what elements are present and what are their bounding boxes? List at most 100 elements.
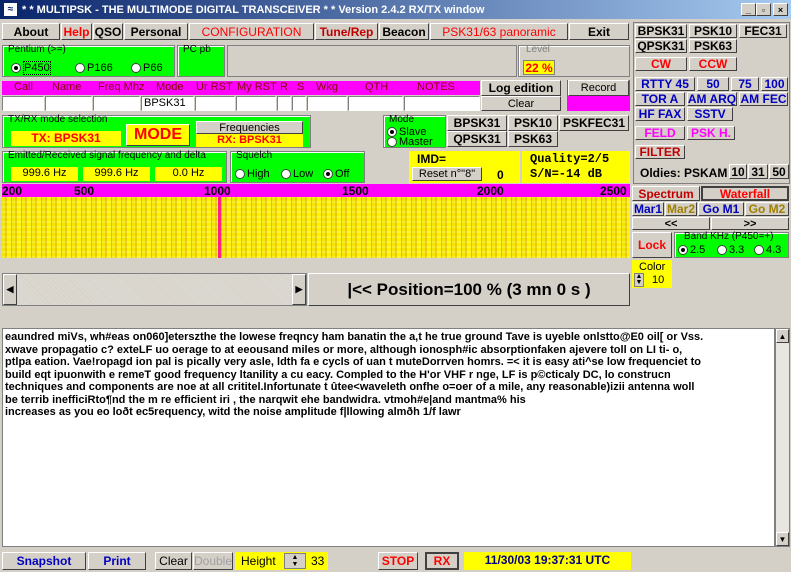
squelch-group: Squelch High Low Off (230, 151, 365, 183)
squelch-off[interactable]: Off (323, 168, 349, 180)
qso-button[interactable]: QSO (93, 23, 123, 40)
mode-filter[interactable]: FILTER (635, 145, 685, 159)
quick-psk63[interactable]: PSK63 (508, 131, 558, 147)
mode-button[interactable]: MODE (126, 124, 190, 146)
restore-button[interactable]: ▫ (756, 3, 771, 16)
go-m1-button[interactable]: Go M1 (698, 202, 744, 216)
mode-ccw[interactable]: CCW (689, 57, 737, 71)
quick-bpsk31[interactable]: BPSK31 (447, 115, 507, 131)
squelch-high[interactable]: High (235, 168, 270, 180)
s-field[interactable] (292, 96, 306, 111)
ur-rst-field[interactable] (195, 96, 235, 111)
wkg-field[interactable] (307, 96, 347, 111)
scroll-down-icon[interactable]: ▼ (776, 532, 789, 546)
pc-pb-group[interactable]: PC pb (177, 45, 225, 77)
mode-hf-fax[interactable]: HF FAX (635, 107, 685, 121)
mode-rtty45[interactable]: RTTY 45 (635, 77, 695, 91)
minimize-button[interactable]: _ (741, 3, 756, 16)
lock-button[interactable]: Lock (632, 232, 672, 258)
pc-pb-label: PC pb (183, 44, 211, 55)
mar1-button[interactable]: Mar1 (632, 202, 664, 216)
mode-psk-h[interactable]: PSK H. (687, 126, 735, 140)
qth-field[interactable] (348, 96, 403, 111)
tune-rep-button[interactable]: Tune/Rep (315, 23, 378, 40)
radio-icon (75, 63, 85, 74)
mode-am-fec[interactable]: AM FEC (739, 92, 788, 106)
r-field[interactable] (277, 96, 291, 111)
mode-sstv[interactable]: SSTV (687, 107, 733, 121)
color-spin-icon[interactable]: ▲ ▼ (634, 273, 644, 287)
imd-panel: IMD= Reset n°"8" 0 (409, 151, 520, 183)
beacon-button[interactable]: Beacon (379, 23, 429, 40)
cpu-option-p450[interactable]: P450 (11, 61, 51, 75)
mode-rtty75[interactable]: 75 (731, 77, 759, 91)
height-spin-icon[interactable]: ▲ ▼ (284, 553, 306, 569)
mode-psk10[interactable]: PSK10 (689, 24, 737, 38)
next-button[interactable]: >> (711, 217, 789, 230)
mode-psk63[interactable]: PSK63 (689, 39, 737, 53)
squelch-low[interactable]: Low (281, 168, 313, 180)
band-3-3[interactable]: 3.3 (717, 244, 744, 256)
received-freq: 999.6 Hz (83, 167, 150, 181)
waterfall-display[interactable] (2, 197, 630, 258)
oldies-50[interactable]: 50 (769, 164, 789, 179)
mode-rtty50[interactable]: 50 (697, 77, 729, 91)
name-field[interactable] (45, 96, 92, 111)
snapshot-button[interactable]: Snapshot (2, 552, 86, 570)
mar2-button[interactable]: Mar2 (665, 202, 697, 216)
mode-group-label: Mode (389, 114, 415, 125)
print-button[interactable]: Print (88, 552, 146, 570)
waterfall-button[interactable]: Waterfall (701, 186, 789, 201)
color-label: Color (639, 261, 666, 273)
quick-pskfec31[interactable]: PSKFEC31 (559, 115, 629, 131)
reset-button[interactable]: Reset n°"8" (412, 167, 482, 181)
log-edition-button[interactable]: Log edition (481, 80, 561, 96)
master-option[interactable]: Master (387, 136, 433, 148)
my-rst-field[interactable] (236, 96, 276, 111)
mode-feld[interactable]: FELD (635, 126, 685, 140)
band-2-5[interactable]: 2.5 (678, 244, 705, 256)
mode-tor-a[interactable]: TOR A (635, 92, 685, 106)
rx-button[interactable]: RX (425, 552, 459, 570)
mode-am-arq[interactable]: AM ARQ (687, 92, 737, 106)
personal-button[interactable]: Personal (124, 23, 188, 40)
scroll-left-icon[interactable]: ◀ (3, 274, 17, 305)
cpu-option-p166[interactable]: P166 (75, 62, 113, 74)
frequencies-button[interactable]: Frequencies (196, 121, 303, 134)
exit-button[interactable]: Exit (569, 23, 629, 40)
call-field[interactable] (2, 96, 44, 111)
mode-fec31[interactable]: FEC31 (739, 24, 787, 38)
quick-qpsk31[interactable]: QPSK31 (447, 131, 507, 147)
scroll-right-icon[interactable]: ▶ (292, 274, 306, 305)
close-button[interactable]: × (773, 3, 788, 16)
psk-panoramic-button[interactable]: PSK31/63 panoramic (430, 23, 568, 40)
quick-psk10[interactable]: PSK10 (508, 115, 558, 131)
oldies-10[interactable]: 10 (729, 164, 747, 179)
stop-button[interactable]: STOP (378, 552, 418, 570)
mode-field[interactable]: BPSK31 (141, 96, 194, 111)
spectrum-button[interactable]: Spectrum (632, 186, 700, 201)
help-button[interactable]: Help (61, 23, 92, 40)
position-button[interactable]: |<< Position=100 % (3 mn 0 s ) (308, 273, 630, 306)
about-button[interactable]: About (2, 23, 60, 40)
go-m2-button[interactable]: Go M2 (745, 202, 789, 216)
cpu-option-p66[interactable]: P66 (131, 62, 163, 74)
rx-text-area[interactable]: eaundred miVs, wh#eas on060]eterszthe th… (2, 328, 775, 547)
prev-button[interactable]: << (632, 217, 710, 230)
position-scrollbar[interactable]: ◀ ▶ (2, 273, 307, 306)
record-button[interactable]: Record (568, 80, 629, 96)
mode-rtty100[interactable]: 100 (761, 77, 788, 91)
scroll-up-icon[interactable]: ▲ (776, 329, 789, 343)
clear-button[interactable]: Clear (155, 552, 192, 570)
log-clear-button[interactable]: Clear (481, 96, 561, 111)
txrx-group: TX/RX mode selection TX: BPSK31 MODE Fre… (2, 115, 311, 148)
mode-bpsk31[interactable]: BPSK31 (635, 24, 687, 38)
mode-qpsk31[interactable]: QPSK31 (635, 39, 687, 53)
freq-field[interactable] (93, 96, 140, 111)
notes-field[interactable] (404, 96, 480, 111)
mode-cw[interactable]: CW (635, 57, 687, 71)
configuration-button[interactable]: CONFIGURATION (189, 23, 314, 40)
text-scrollbar[interactable]: ▲ ▼ (775, 328, 790, 547)
oldies-31[interactable]: 31 (748, 164, 768, 179)
band-4-3[interactable]: 4.3 (754, 244, 781, 256)
